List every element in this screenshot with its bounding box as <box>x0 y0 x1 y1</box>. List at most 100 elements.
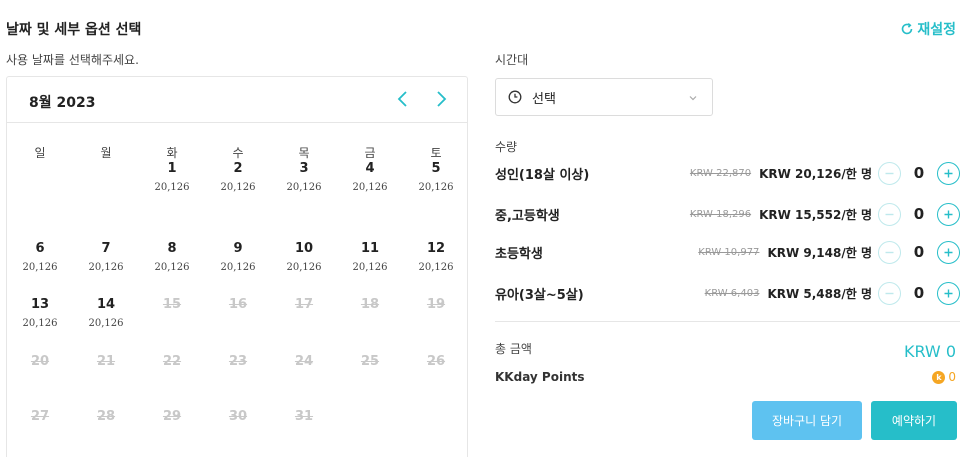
reset-button[interactable]: 재설정 <box>900 19 956 39</box>
increment-button[interactable] <box>937 161 960 185</box>
total-value: KRW 0 <box>903 342 956 361</box>
calendar-day[interactable]: 9 20,126 <box>205 241 271 273</box>
day-number: 8 <box>167 241 177 256</box>
day-price: 20,126 <box>220 262 256 273</box>
calendar-header: 8월 2023 <box>7 77 467 123</box>
increment-button[interactable] <box>937 202 960 226</box>
day-number: 2 <box>233 161 243 176</box>
chevron-right-icon <box>437 91 447 107</box>
calendar-day-disabled: 24 <box>271 354 337 372</box>
calendar-day-disabled: 20 <box>7 354 73 372</box>
day-price: 20,126 <box>88 318 124 329</box>
calendar-empty-cell <box>7 161 73 193</box>
calendar-day[interactable]: 7 20,126 <box>73 241 139 273</box>
quantity-value: 0 <box>913 243 925 261</box>
calendar-week: 6 20,126 7 20,126 8 20,126 9 20,126 10 20,126 11 20… <box>7 241 469 273</box>
add-to-cart-button[interactable]: 장바구니 담기 <box>752 401 862 440</box>
total-label: 총 금액 <box>495 342 532 356</box>
calendar-day[interactable]: 4 20,126 <box>337 161 403 193</box>
day-number: 9 <box>233 241 243 256</box>
discount-price: KRW 5,488/한 명 <box>767 286 872 301</box>
day-number: 16 <box>228 297 248 312</box>
ticket-type-name: 중,고등학생 <box>495 208 560 224</box>
book-now-button[interactable]: 예약하기 <box>871 401 957 440</box>
points-amount: 0 <box>948 370 956 384</box>
increment-button[interactable] <box>937 281 960 305</box>
decrement-button[interactable] <box>878 202 901 226</box>
calendar-day-disabled: 23 <box>205 354 271 372</box>
discount-price: KRW 20,126/한 명 <box>759 166 872 181</box>
calendar-empty-cell <box>403 409 469 427</box>
day-number: 10 <box>294 241 314 256</box>
decrement-button[interactable] <box>878 281 901 305</box>
plus-icon <box>942 167 955 180</box>
day-price: 20,126 <box>22 262 58 273</box>
day-number: 6 <box>35 241 45 256</box>
calendar-day-disabled: 28 <box>73 409 139 427</box>
calendar-day[interactable]: 10 20,126 <box>271 241 337 273</box>
calendar-day-disabled: 19 <box>403 297 469 329</box>
day-number: 31 <box>294 409 314 424</box>
calendar-week: 1 20,126 2 20,126 3 20,126 4 20,126 5 20,126 <box>7 161 469 193</box>
day-number: 15 <box>162 297 182 312</box>
decrement-button[interactable] <box>878 240 901 264</box>
weekday-label: 목 <box>298 146 310 160</box>
day-price: 20,126 <box>154 182 190 193</box>
minus-icon <box>883 287 896 300</box>
day-number: 26 <box>426 354 446 369</box>
calendar-day-disabled: 29 <box>139 409 205 427</box>
calendar-day-disabled: 18 <box>337 297 403 329</box>
day-price: 20,126 <box>286 262 322 273</box>
calendar-day[interactable]: 6 20,126 <box>7 241 73 273</box>
day-number: 25 <box>360 354 380 369</box>
plus-icon <box>942 246 955 259</box>
calendar-day-disabled: 22 <box>139 354 205 372</box>
chevron-down-icon <box>689 96 697 101</box>
calendar-day[interactable]: 3 20,126 <box>271 161 337 193</box>
timeslot-label: 시간대 <box>495 53 529 67</box>
calendar-day[interactable]: 12 20,126 <box>403 241 469 273</box>
weekday-label: 화 <box>166 146 178 160</box>
quantity-row: 중,고등학생 KRW 18,296 KRW 15,552/한 명 0 <box>495 196 960 232</box>
day-number: 21 <box>96 354 116 369</box>
divider <box>495 321 960 322</box>
day-number: 13 <box>30 297 50 312</box>
day-number: 4 <box>365 161 375 176</box>
next-month-button[interactable] <box>429 87 453 111</box>
calendar-day[interactable]: 2 20,126 <box>205 161 271 193</box>
calendar-day-disabled: 17 <box>271 297 337 329</box>
minus-icon <box>883 246 896 259</box>
ticket-type-name: 유아(3살~5살) <box>495 287 584 303</box>
timeslot-select[interactable]: 선택 <box>495 78 713 116</box>
calendar-day[interactable]: 13 20,126 <box>7 297 73 329</box>
calendar: 8월 2023 일 월 화 수 목 금 토 1 20,126 2 20,126 3 20,126 4 20… <box>6 76 468 457</box>
kkday-coin-icon: k <box>932 370 946 384</box>
day-price: 20,126 <box>418 182 454 193</box>
day-number: 20 <box>30 354 50 369</box>
day-number: 19 <box>426 297 446 312</box>
calendar-hint: 사용 날짜를 선택해주세요. <box>6 53 139 67</box>
calendar-day[interactable]: 5 20,126 <box>403 161 469 193</box>
day-price: 20,126 <box>88 262 124 273</box>
calendar-day[interactable]: 14 20,126 <box>73 297 139 329</box>
day-number: 7 <box>101 241 111 256</box>
calendar-day[interactable]: 8 20,126 <box>139 241 205 273</box>
calendar-day[interactable]: 1 20,126 <box>139 161 205 193</box>
day-price: 20,126 <box>22 318 58 329</box>
day-price: 20,126 <box>220 182 256 193</box>
increment-button[interactable] <box>937 240 960 264</box>
calendar-day-disabled: 30 <box>205 409 271 427</box>
decrement-button[interactable] <box>878 161 901 185</box>
weekday-label: 일 <box>34 146 46 160</box>
calendar-week: 20 21 22 23 24 25 26 <box>7 354 469 372</box>
prev-month-button[interactable] <box>391 87 415 111</box>
calendar-day[interactable]: 11 20,126 <box>337 241 403 273</box>
day-number: 29 <box>162 409 182 424</box>
calendar-day-disabled: 25 <box>337 354 403 372</box>
quantity-value: 0 <box>913 284 925 302</box>
day-number: 27 <box>30 409 50 424</box>
day-number: 22 <box>162 354 182 369</box>
calendar-day-disabled: 31 <box>271 409 337 427</box>
chevron-left-icon <box>397 91 407 107</box>
clock-icon <box>508 90 522 104</box>
